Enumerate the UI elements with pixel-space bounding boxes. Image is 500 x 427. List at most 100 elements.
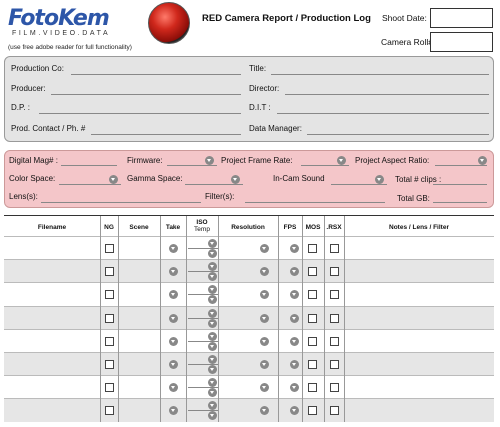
temp-dropdown-chevron-down-icon[interactable] <box>208 318 217 328</box>
mos-checkbox[interactable] <box>308 244 317 254</box>
ng-checkbox[interactable] <box>105 383 114 393</box>
iso-dropdown-chevron-down-icon[interactable] <box>208 262 217 272</box>
ng-checkbox[interactable] <box>105 336 114 346</box>
iso-dropdown-chevron-down-icon[interactable] <box>208 239 217 248</box>
iso-dropdown-chevron-down-icon[interactable] <box>208 355 217 364</box>
mos-checkbox[interactable] <box>308 290 317 300</box>
rsx-checkbox[interactable] <box>330 360 339 370</box>
shoot-date-field[interactable] <box>430 8 493 28</box>
prod-contact-field[interactable] <box>91 134 241 135</box>
temp-dropdown-chevron-down-icon[interactable] <box>208 388 217 398</box>
rsx-checkbox[interactable] <box>330 383 339 393</box>
mos-checkbox[interactable] <box>308 360 317 370</box>
mos-checkbox[interactable] <box>308 336 317 346</box>
resolution-dropdown-chevron-down-icon[interactable] <box>260 313 269 323</box>
data-manager-field[interactable] <box>307 134 489 135</box>
fps-dropdown-chevron-down-icon[interactable] <box>290 290 299 300</box>
fps-dropdown-chevron-down-icon[interactable] <box>290 406 299 416</box>
take-dropdown-chevron-down-icon[interactable] <box>169 290 178 300</box>
in-cam-sound-dropdown-chevron-down-icon[interactable] <box>375 175 384 184</box>
take-dropdown-chevron-down-icon[interactable] <box>169 406 178 416</box>
director-field[interactable] <box>285 94 489 95</box>
fps-dropdown-chevron-down-icon[interactable] <box>290 360 299 370</box>
iso-dropdown-chevron-down-icon[interactable] <box>208 331 217 341</box>
firmware-dropdown-chevron-down-icon[interactable] <box>205 156 214 165</box>
resolution-dropdown-chevron-down-icon[interactable] <box>260 406 269 416</box>
temp-dropdown-chevron-down-icon[interactable] <box>208 341 217 351</box>
lens-field[interactable] <box>41 202 201 203</box>
total-gb-field[interactable] <box>433 202 487 203</box>
resolution-dropdown-chevron-down-icon[interactable] <box>260 267 269 277</box>
mos-checkbox[interactable] <box>308 313 317 323</box>
filter-field[interactable] <box>245 202 385 203</box>
rsx-checkbox[interactable] <box>330 244 339 254</box>
temp-dropdown-chevron-down-icon[interactable] <box>208 295 217 305</box>
ng-checkbox[interactable] <box>105 244 114 254</box>
mos-checkbox[interactable] <box>308 406 317 416</box>
in-cam-sound-field[interactable] <box>331 184 387 185</box>
frame-rate-dropdown-chevron-down-icon[interactable] <box>337 156 346 165</box>
title-field[interactable] <box>271 74 489 75</box>
iso-dropdown-chevron-down-icon[interactable] <box>208 401 217 411</box>
production-co-field[interactable] <box>71 74 241 75</box>
fps-dropdown-chevron-down-icon[interactable] <box>290 267 299 277</box>
ng-checkbox[interactable] <box>105 360 114 370</box>
digital-mag-field[interactable] <box>61 165 117 166</box>
total-clips-label: Total # clips : <box>395 175 442 184</box>
temp-dropdown-chevron-down-icon[interactable] <box>208 411 217 421</box>
lens-label: Lens(s): <box>9 192 38 201</box>
director-label: Director: <box>249 84 280 93</box>
gamma-space-field[interactable] <box>185 184 243 185</box>
resolution-dropdown-chevron-down-icon[interactable] <box>260 336 269 346</box>
gamma-space-dropdown-chevron-down-icon[interactable] <box>231 175 240 184</box>
rsx-checkbox[interactable] <box>330 313 339 323</box>
iso-temp-divider <box>188 340 218 342</box>
mos-checkbox[interactable] <box>308 383 317 393</box>
rsx-checkbox[interactable] <box>330 406 339 416</box>
take-dropdown-chevron-down-icon[interactable] <box>169 244 178 254</box>
take-dropdown-chevron-down-icon[interactable] <box>169 383 178 393</box>
fps-dropdown-chevron-down-icon[interactable] <box>290 313 299 323</box>
ng-checkbox[interactable] <box>105 406 114 416</box>
producer-field[interactable] <box>51 94 241 95</box>
page-title: RED Camera Report / Production Log <box>202 13 371 24</box>
take-dropdown-chevron-down-icon[interactable] <box>169 360 178 370</box>
total-clips-field[interactable] <box>433 184 487 185</box>
color-space-field[interactable] <box>59 184 121 185</box>
temp-dropdown-chevron-down-icon[interactable] <box>208 365 217 374</box>
color-space-dropdown-chevron-down-icon[interactable] <box>109 175 118 184</box>
rsx-checkbox[interactable] <box>330 290 339 300</box>
iso-dropdown-chevron-down-icon[interactable] <box>208 285 217 295</box>
aspect-ratio-dropdown-chevron-down-icon[interactable] <box>478 156 487 165</box>
mos-checkbox[interactable] <box>308 267 317 277</box>
take-dropdown-chevron-down-icon[interactable] <box>169 313 178 323</box>
resolution-dropdown-chevron-down-icon[interactable] <box>260 383 269 393</box>
resolution-dropdown-chevron-down-icon[interactable] <box>260 244 269 254</box>
fps-dropdown-chevron-down-icon[interactable] <box>290 244 299 254</box>
temp-dropdown-chevron-down-icon[interactable] <box>208 272 217 282</box>
resolution-dropdown-chevron-down-icon[interactable] <box>260 360 269 370</box>
take-dropdown-chevron-down-icon[interactable] <box>169 267 178 277</box>
take-dropdown-chevron-down-icon[interactable] <box>169 336 178 346</box>
frame-rate-field[interactable] <box>301 165 349 166</box>
fps-dropdown-chevron-down-icon[interactable] <box>290 336 299 346</box>
table-row <box>4 305 494 329</box>
ng-checkbox[interactable] <box>105 290 114 300</box>
aspect-ratio-field[interactable] <box>435 165 487 166</box>
rsx-checkbox[interactable] <box>330 267 339 277</box>
iso-dropdown-chevron-down-icon[interactable] <box>208 378 217 388</box>
ng-checkbox[interactable] <box>105 313 114 323</box>
col-notes: Notes / Lens / Filter <box>389 224 449 231</box>
temp-dropdown-chevron-down-icon[interactable] <box>208 249 217 258</box>
color-space-label: Color Space: <box>9 174 56 183</box>
camera-roll-field[interactable] <box>430 32 493 52</box>
dp-field[interactable] <box>39 113 241 114</box>
ng-checkbox[interactable] <box>105 267 114 277</box>
resolution-dropdown-chevron-down-icon[interactable] <box>260 290 269 300</box>
column-divider <box>160 216 161 422</box>
firmware-field[interactable] <box>167 165 217 166</box>
dit-field[interactable] <box>277 113 489 114</box>
rsx-checkbox[interactable] <box>330 336 339 346</box>
fps-dropdown-chevron-down-icon[interactable] <box>290 383 299 393</box>
iso-dropdown-chevron-down-icon[interactable] <box>208 308 217 318</box>
